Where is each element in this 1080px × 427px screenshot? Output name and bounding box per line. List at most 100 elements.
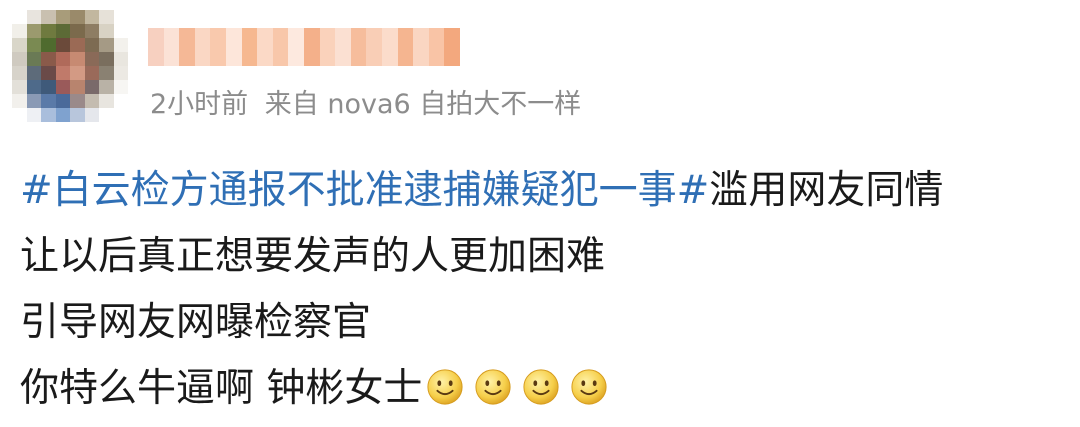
avatar-pixel — [84, 24, 99, 38]
avatar-pixel — [99, 38, 114, 52]
avatar-pixel — [41, 52, 56, 66]
avatar-pixel — [12, 10, 27, 24]
avatar-pixel — [12, 108, 27, 122]
avatar-pixel — [99, 24, 114, 38]
username-pixel — [350, 28, 367, 66]
avatar-pixel — [41, 66, 56, 80]
username-pixel — [428, 28, 445, 66]
avatar-pixel — [99, 52, 114, 66]
avatar-pixel — [26, 94, 41, 108]
topic-hashtag-link[interactable]: #白云检方通报不批准逮捕嫌疑犯一事# — [20, 168, 709, 213]
post-meta: 2小时前 来自 nova6 自拍大不一样 — [150, 82, 581, 121]
avatar-pixel — [26, 38, 41, 52]
avatar-pixel — [70, 10, 85, 24]
username-pixel — [413, 28, 429, 66]
avatar-pixel — [55, 10, 70, 24]
username-pixel — [444, 28, 460, 66]
content-line-1: #白云检方通报不批准逮捕嫌疑犯一事#滥用网友同情 — [20, 158, 1070, 224]
post-time[interactable]: 2小时前 — [150, 89, 248, 120]
avatar-pixel — [84, 94, 99, 108]
username-pixel — [319, 28, 336, 66]
username-pixel — [241, 28, 258, 66]
content-text: 滥用网友同情 — [709, 168, 944, 213]
username-pixel — [272, 28, 289, 66]
avatar-pixel — [99, 94, 114, 108]
avatar-pixel — [55, 24, 70, 38]
avatar-pixel — [26, 108, 41, 122]
avatar-pixel — [26, 80, 41, 94]
avatar-pixel — [113, 66, 128, 80]
smiley-icon — [426, 361, 464, 405]
username-pixel — [225, 28, 242, 66]
avatar-pixel — [113, 24, 128, 38]
avatar-pixel — [99, 66, 114, 80]
username-pixel — [194, 28, 211, 66]
source-prefix: 来自 — [264, 89, 319, 120]
avatar-pixel — [55, 66, 70, 80]
username-pixel — [179, 28, 195, 66]
username-pixel — [366, 28, 382, 66]
avatar-pixel — [12, 94, 27, 108]
avatar-pixel — [41, 24, 56, 38]
avatar-pixel — [113, 10, 128, 24]
avatar-pixel — [12, 66, 27, 80]
source-device[interactable]: nova6 自拍大不一样 — [327, 89, 581, 120]
avatar-pixel — [70, 66, 85, 80]
avatar-pixel — [12, 24, 27, 38]
avatar-pixel — [41, 80, 56, 94]
smiley-icon — [522, 361, 560, 405]
username-pixel — [148, 28, 164, 66]
avatar-pixel — [26, 66, 41, 80]
avatar-pixel — [41, 108, 56, 122]
avatar-pixel — [70, 38, 85, 52]
username-pixel — [163, 28, 180, 66]
avatar-pixel — [41, 10, 56, 24]
avatar-pixel — [55, 52, 70, 66]
avatar-pixel — [41, 38, 56, 52]
avatar-pixel — [12, 52, 27, 66]
username-pixel — [335, 28, 351, 66]
avatar-pixel — [55, 38, 70, 52]
avatar-pixel — [41, 94, 56, 108]
content-line-4: 你特么牛逼啊 钟彬女士 — [20, 356, 1070, 422]
avatar[interactable] — [12, 10, 128, 122]
avatar-pixel — [84, 10, 99, 24]
avatar-pixel — [99, 108, 114, 122]
avatar-pixel — [84, 38, 99, 52]
avatar-pixel — [70, 80, 85, 94]
avatar-pixel — [113, 108, 128, 122]
avatar-pixel — [26, 24, 41, 38]
avatar-pixel — [70, 52, 85, 66]
avatar-pixel — [84, 66, 99, 80]
avatar-pixel — [99, 80, 114, 94]
avatar-pixel — [12, 38, 27, 52]
username-pixel — [303, 28, 320, 66]
username-pixel — [210, 28, 226, 66]
avatar-pixel — [113, 94, 128, 108]
smiley-icon — [570, 361, 608, 405]
username-pixel — [257, 28, 273, 66]
avatar-pixel — [113, 80, 128, 94]
avatar-pixel — [84, 80, 99, 94]
avatar-pixel — [113, 52, 128, 66]
username-pixel — [288, 28, 304, 66]
username-blurred[interactable] — [148, 28, 460, 66]
avatar-pixel — [84, 108, 99, 122]
username-pixel — [397, 28, 414, 66]
avatar-pixel — [55, 80, 70, 94]
avatar-pixel — [70, 94, 85, 108]
content-line-2: 让以后真正想要发声的人更加困难 — [20, 234, 606, 279]
avatar-pixel — [55, 94, 70, 108]
avatar-pixel — [70, 108, 85, 122]
username-pixel — [381, 28, 398, 66]
avatar-pixel — [26, 10, 41, 24]
weibo-post: 2小时前 来自 nova6 自拍大不一样 #白云检方通报不批准逮捕嫌疑犯一事#滥… — [0, 0, 1080, 427]
avatar-pixel — [84, 52, 99, 66]
content-line-3: 引导网友网曝检察官 — [20, 300, 372, 345]
post-content: #白云检方通报不批准逮捕嫌疑犯一事#滥用网友同情 让以后真正想要发声的人更加困难… — [20, 158, 1070, 422]
content-text: 你特么牛逼啊 钟彬女士 — [20, 366, 423, 411]
avatar-pixel — [70, 24, 85, 38]
avatar-pixel — [99, 10, 114, 24]
avatar-pixel — [113, 38, 128, 52]
avatar-pixel — [26, 52, 41, 66]
